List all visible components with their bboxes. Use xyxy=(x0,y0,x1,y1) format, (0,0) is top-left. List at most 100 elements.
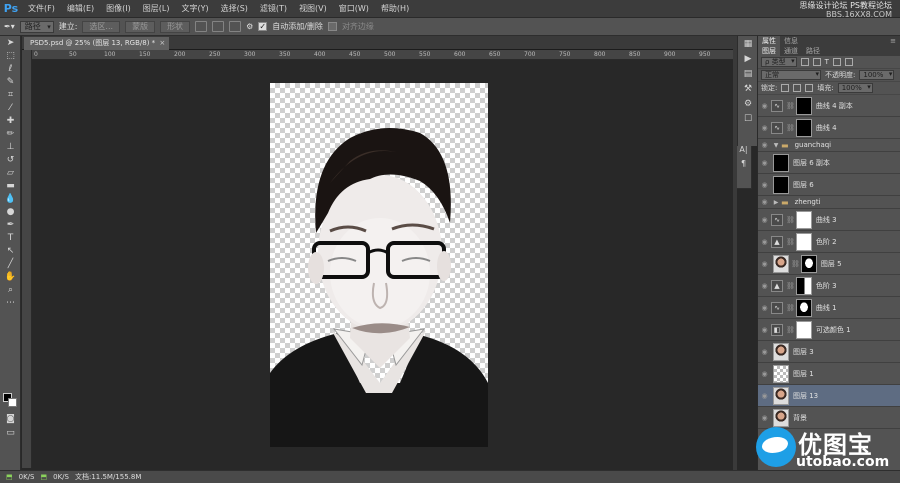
menu-item[interactable]: 编辑(E) xyxy=(61,0,100,18)
filter-smart-icon[interactable] xyxy=(844,58,853,66)
layer-row[interactable]: ◉ 图层 6 xyxy=(758,174,900,196)
layer-mask-thumbnail[interactable] xyxy=(795,320,812,339)
move-tool-icon[interactable]: ➤ xyxy=(0,36,21,49)
document-tab[interactable]: PSD5.psd @ 25% (图层 13, RGB/8) * × xyxy=(24,37,170,50)
clone-source-icon[interactable]: ⚙ xyxy=(738,96,758,111)
filter-adjustment-icon[interactable] xyxy=(812,58,821,66)
layer-mask-thumbnail[interactable] xyxy=(795,298,812,317)
menu-item[interactable]: 图像(I) xyxy=(100,0,137,18)
menu-item[interactable]: 滤镜(T) xyxy=(254,0,293,18)
menu-item[interactable]: 选择(S) xyxy=(215,0,254,18)
visibility-eye-icon[interactable]: ◉ xyxy=(758,159,771,167)
actions-play-icon[interactable]: ▶ xyxy=(738,51,758,66)
visibility-eye-icon[interactable]: ◉ xyxy=(758,326,771,334)
brush-tool-icon[interactable]: ✏ xyxy=(0,127,21,140)
visibility-eye-icon[interactable]: ◉ xyxy=(758,414,771,422)
mask-button[interactable]: 蒙版 xyxy=(125,20,156,33)
layer-thumbnail[interactable] xyxy=(773,254,789,273)
dodge-tool-icon[interactable]: ● xyxy=(0,205,21,218)
visibility-eye-icon[interactable]: ◉ xyxy=(758,216,771,224)
path-alignment-icon[interactable] xyxy=(212,21,225,32)
group-toggle-icon[interactable]: ▶ xyxy=(771,199,781,206)
link-icon[interactable]: ⛓ xyxy=(786,124,795,132)
layer-row[interactable]: ◉ 图层 13 xyxy=(758,385,900,407)
path-selection-tool-icon[interactable]: ↖ xyxy=(0,244,21,257)
document-image[interactable] xyxy=(270,83,488,447)
blur-tool-icon[interactable]: 💧 xyxy=(0,192,21,205)
shape-tool-icon[interactable]: ╱ xyxy=(0,257,21,270)
opacity-input[interactable]: 100% xyxy=(859,70,895,80)
quick-mask-icon[interactable]: ◙ xyxy=(0,412,21,425)
layer-row[interactable]: ◉ ▶ ▬ zhengti xyxy=(758,196,900,209)
visibility-eye-icon[interactable]: ◉ xyxy=(758,304,771,312)
menu-item[interactable]: 帮助(H) xyxy=(375,0,415,18)
layer-mask-thumbnail[interactable] xyxy=(795,276,812,295)
visibility-eye-icon[interactable]: ◉ xyxy=(758,102,771,110)
tool-mode-select[interactable]: 路径 xyxy=(19,20,54,33)
fill-input[interactable]: 100% xyxy=(837,83,873,93)
background-color-swatch[interactable] xyxy=(8,398,17,407)
menu-item[interactable]: 窗口(W) xyxy=(333,0,375,18)
canvas-area[interactable]: A| ¶ xyxy=(33,61,752,468)
link-icon[interactable]: ⛓ xyxy=(791,260,800,268)
paragraph-panel-icon[interactable]: ¶ xyxy=(736,156,751,170)
history-icon[interactable]: ▦ xyxy=(738,36,758,51)
quick-select-tool-icon[interactable]: ✎ xyxy=(0,75,21,88)
layer-row[interactable]: ◉ ▲ ⛓ 色阶 3 xyxy=(758,275,900,297)
layer-row[interactable]: ◉ ▲ ⛓ 色阶 2 xyxy=(758,231,900,253)
clone-stamp-tool-icon[interactable]: ⊥ xyxy=(0,140,21,153)
layer-thumbnail[interactable] xyxy=(773,364,789,383)
menu-item[interactable]: 文件(F) xyxy=(22,0,61,18)
visibility-eye-icon[interactable]: ◉ xyxy=(758,124,771,132)
visibility-eye-icon[interactable]: ◉ xyxy=(758,238,771,246)
gear-icon[interactable]: ⚙ xyxy=(246,22,253,31)
link-icon[interactable]: ⛓ xyxy=(786,304,795,312)
layer-row[interactable]: ◉ 图层 3 xyxy=(758,341,900,363)
tab-properties[interactable]: 属性 xyxy=(758,36,780,46)
layer-thumbnail[interactable] xyxy=(773,386,789,405)
layer-row[interactable]: ◉ ⛓ 图层 5 xyxy=(758,253,900,275)
more-tools-icon[interactable]: ⋯ xyxy=(0,296,21,309)
layer-row[interactable]: ◉ ∿ ⛓ 曲线 4 副本 xyxy=(758,95,900,117)
menu-item[interactable]: 视图(V) xyxy=(293,0,333,18)
crop-tool-icon[interactable]: ⌗ xyxy=(0,88,21,101)
screen-mode-icon[interactable]: ▭ xyxy=(0,426,21,439)
layer-mask-thumbnail[interactable] xyxy=(795,118,812,137)
visibility-eye-icon[interactable]: ◉ xyxy=(758,198,771,206)
pen-tool-icon[interactable]: ✒ xyxy=(0,218,21,231)
pen-tool-icon[interactable]: ✒▾ xyxy=(4,22,15,31)
marquee-tool-icon[interactable]: ⬚ xyxy=(0,49,21,62)
visibility-eye-icon[interactable]: ◉ xyxy=(758,348,771,356)
visibility-eye-icon[interactable]: ◉ xyxy=(758,370,771,378)
layer-row[interactable]: ◉ 图层 1 xyxy=(758,363,900,385)
blend-mode-select[interactable]: 正常 xyxy=(761,70,821,80)
align-edges-checkbox[interactable] xyxy=(327,22,337,31)
menu-item[interactable]: 文字(Y) xyxy=(175,0,214,18)
layer-thumbnail[interactable] xyxy=(773,153,789,172)
close-tab-icon[interactable]: × xyxy=(159,37,165,50)
panel-menu-icon[interactable]: ≡ xyxy=(890,36,900,46)
link-icon[interactable]: ⛓ xyxy=(786,216,795,224)
auto-add-delete-checkbox[interactable]: ✓ xyxy=(258,22,268,31)
eraser-tool-icon[interactable]: ▱ xyxy=(0,166,21,179)
link-icon[interactable]: ⛓ xyxy=(786,102,795,110)
layer-thumbnail[interactable] xyxy=(773,342,789,361)
layer-row[interactable]: ◉ ∿ ⛓ 曲线 3 xyxy=(758,209,900,231)
visibility-eye-icon[interactable]: ◉ xyxy=(758,141,771,149)
menu-item[interactable]: 图层(L) xyxy=(137,0,176,18)
layer-mask-thumbnail[interactable] xyxy=(800,254,817,273)
gradient-tool-icon[interactable]: ▬ xyxy=(0,179,21,192)
filter-type-icon[interactable]: T xyxy=(825,58,829,66)
layer-row[interactable]: ◉ ◧ ⛓ 可选颜色 1 xyxy=(758,319,900,341)
path-arrangement-icon[interactable] xyxy=(229,21,242,32)
layer-row[interactable]: ◉ ∿ ⛓ 曲线 4 xyxy=(758,117,900,139)
tab-info[interactable]: 信息 xyxy=(780,36,802,46)
healing-brush-tool-icon[interactable]: ✚ xyxy=(0,114,21,127)
layer-thumbnail[interactable] xyxy=(773,175,789,194)
hand-tool-icon[interactable]: ✋ xyxy=(0,270,21,283)
layer-row[interactable]: ◉ 图层 6 副本 xyxy=(758,152,900,174)
visibility-eye-icon[interactable]: ◉ xyxy=(758,392,771,400)
type-tool-icon[interactable]: T xyxy=(0,231,21,244)
visibility-eye-icon[interactable]: ◉ xyxy=(758,260,771,268)
layer-row[interactable]: ◉ ▼ ▬ guanchaqi xyxy=(758,139,900,152)
